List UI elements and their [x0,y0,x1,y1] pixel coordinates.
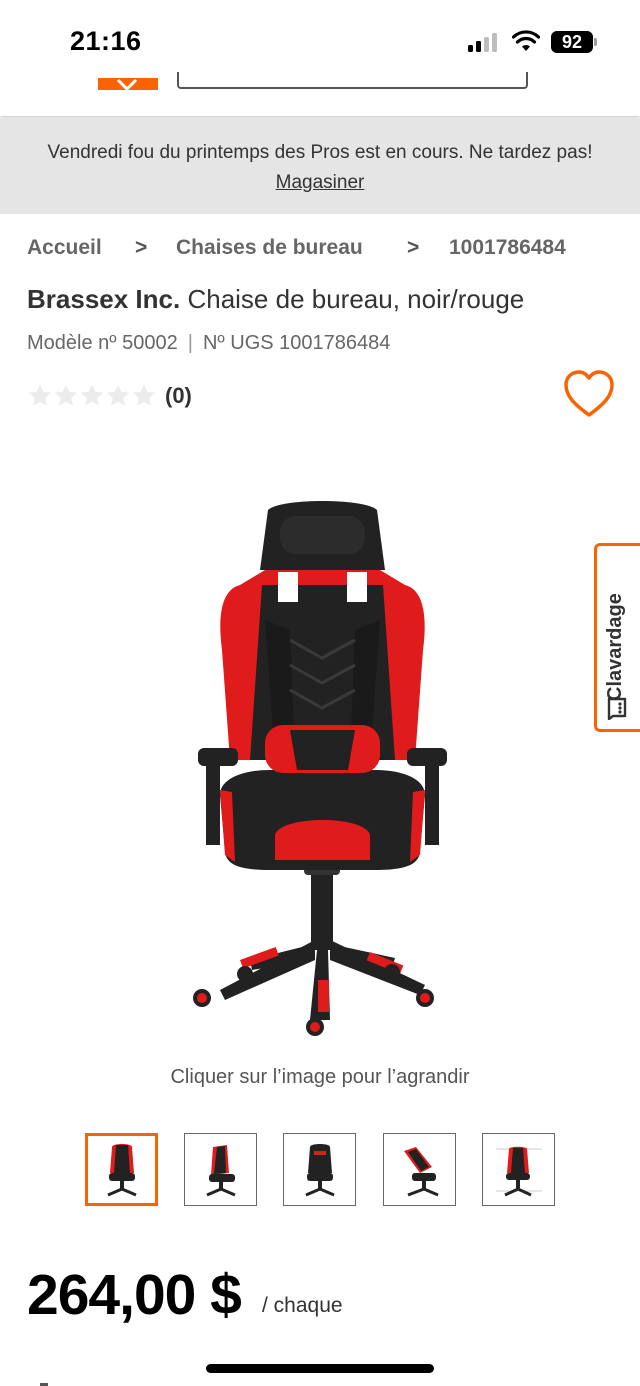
thumbnail-2[interactable] [184,1133,257,1206]
product-brand[interactable]: Brassex Inc. [27,284,180,314]
breadcrumb-current: 1001786484 [449,236,566,259]
thumbnail-4[interactable] [383,1133,456,1206]
thumbnail-chair-image [205,1144,236,1196]
star-icon [54,384,78,406]
breadcrumb-separator: > [135,236,148,259]
model-number: Modèle nº 50002 [27,332,178,354]
rating-count[interactable]: (0) [165,383,192,409]
price-unit: / chaque [262,1294,343,1317]
sku-number: Nº UGS 1001786484 [202,332,391,354]
thumbnail-5[interactable] [482,1133,555,1206]
thumbnail-3[interactable] [283,1133,356,1206]
product-title: Brassex Inc. Chaise de bureau, noir/roug… [27,284,524,315]
product-meta: Modèle nº 50002 | Nº UGS 1001786484 [27,332,390,355]
chat-label: Clavardage [604,593,626,701]
promo-text: Vendredi fou du printemps des Pros est e… [47,142,593,163]
battery-nub [594,38,597,46]
signal-icon [468,32,500,52]
wifi-icon [512,30,540,51]
status-time: 21:16 [70,26,142,56]
thumbnail-chair-image [304,1143,335,1196]
thumbnail-chair-image [403,1146,439,1196]
product-price: 264,00 $ [27,1263,242,1327]
product-image[interactable] [180,490,465,1045]
star-icon [106,384,130,406]
image-caption: Cliquer sur l’image pour l’agrandir [170,1066,470,1088]
site-header [0,62,640,116]
heart-icon[interactable] [562,368,616,420]
breadcrumb-home[interactable]: Accueil [27,236,102,260]
battery-icon: 92 [551,31,593,53]
status-bar: 21:16 92 [0,0,640,62]
thumbnail-1[interactable] [85,1133,158,1206]
star-icon [28,384,52,406]
thumbnail-chair-image [495,1146,542,1196]
chat-icon [607,697,627,720]
meta-separator: | [187,332,193,354]
home-indicator [206,1364,434,1373]
star-icon [80,384,104,406]
thumbnail-chair-image [106,1143,137,1196]
product-name: Chaise de bureau, noir/rouge [187,284,525,314]
home-depot-logo[interactable] [98,78,158,90]
search-input[interactable] [177,72,528,89]
promo-shop-link[interactable]: Magasiner [0,172,640,194]
chat-button[interactable]: Clavardage [594,543,640,732]
star-icon [132,384,156,406]
promo-banner: Vendredi fou du printemps des Pros est e… [0,118,640,214]
breadcrumb-category[interactable]: Chaises de bureau [176,236,363,260]
breadcrumb-separator: > [407,236,420,259]
